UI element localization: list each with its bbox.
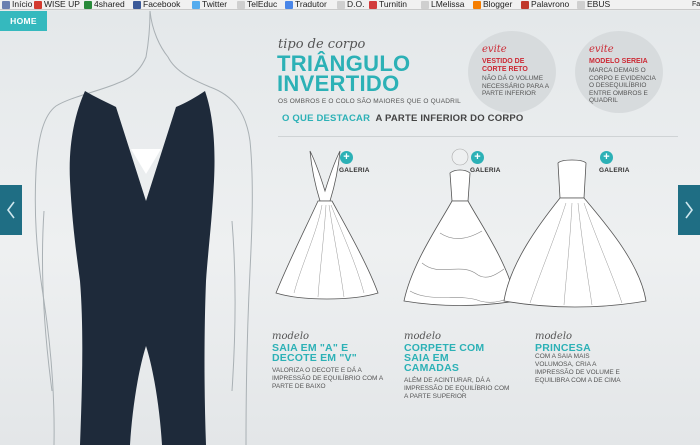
model-kicker-2: modelo: [404, 331, 442, 342]
bookmark-lmelissa[interactable]: LMelissa: [421, 0, 465, 9]
bookmark-twitter[interactable]: Twitter: [192, 0, 227, 9]
translate-icon: [285, 0, 293, 9]
chevron-right-icon: [685, 201, 693, 219]
bookmark-blogger[interactable]: Blogger: [473, 0, 512, 9]
avoid-bubble-mermaid: evite MODELO SEREIA MARCA DEMAIS O CORPO…: [575, 31, 663, 113]
body-figure-illustration: [34, 11, 253, 445]
chevron-left-icon: [7, 201, 15, 219]
bookmark-4shared[interactable]: 4shared: [84, 0, 125, 9]
page-title: TRIÂNGULO INVERTIDO: [277, 53, 477, 96]
home-tab[interactable]: HOME: [0, 11, 47, 31]
bookmark-do[interactable]: D.O.: [337, 0, 364, 9]
bodysuit-shape: [69, 91, 215, 445]
4shared-icon: [84, 0, 92, 9]
wiseup-icon: [34, 0, 42, 9]
highlight-label: O QUE DESTACAR: [282, 113, 371, 124]
twitter-icon: [192, 0, 200, 9]
page-title-line2: INVERTIDO: [277, 71, 400, 96]
bookmark-tradutor[interactable]: Tradutor: [285, 0, 327, 9]
avoid-title: MODELO SEREIA: [589, 58, 648, 65]
avoid-text: NÃO DÁ O VOLUME NECESSÁRIO PARA A PARTE …: [482, 75, 549, 97]
page-icon: [237, 0, 245, 9]
avoid-title: VESTIDO DE CORTE RETO: [482, 58, 528, 73]
next-arrow-button[interactable]: [678, 185, 700, 235]
dress-a-line-illustration: [275, 150, 379, 300]
highlight-value: A PARTE INFERIOR DO CORPO: [375, 113, 524, 124]
blogger-icon: [473, 0, 481, 9]
bookmark-ebus[interactable]: EBUS: [577, 0, 610, 9]
model-desc-2: ALÉM DE ACINTURAR, DÁ A IMPRESSÃO DE EQU…: [404, 377, 510, 400]
model-kicker-1: modelo: [272, 331, 310, 342]
start-icon: [2, 0, 10, 9]
highlight-row: O QUE DESTACAR A PARTE INFERIOR DO CORPO: [282, 113, 524, 124]
page-icon: [577, 0, 585, 9]
bookmark-facebook[interactable]: Facebook: [133, 0, 180, 9]
model-title-3: PRINCESA: [535, 342, 591, 354]
avoid-heading: evite: [482, 44, 507, 55]
model-kicker-3: modelo: [535, 331, 573, 342]
facebook-icon: [133, 0, 141, 9]
dress-princess-illustration: [503, 159, 647, 308]
bookmark-turnitin[interactable]: Turnitin: [369, 0, 407, 9]
model-desc-3: COM A SAIA MAIS VOLUMOSA, CRIA A IMPRESS…: [535, 353, 621, 384]
avoid-heading: evite: [589, 44, 614, 55]
model-title-1: SAIA EM "A" E DECOTE EM "V": [272, 342, 357, 364]
model-desc-1: VALORIZA O DECOTE E DÁ A IMPRESSÃO DE EQ…: [272, 367, 383, 390]
page-icon: [337, 0, 345, 9]
bookmark-inicio[interactable]: Início: [2, 0, 32, 9]
bookmark-wiseup[interactable]: WISE UP: [34, 0, 80, 9]
bookmark-palavrono[interactable]: Palavrono: [521, 0, 569, 9]
page-subtitle: OS OMBROS E O COLO SÃO MAIORES QUE O QUA…: [278, 98, 461, 105]
avoid-text: MARCA DEMAIS O CORPO E EVIDENCIA O DESEQ…: [589, 67, 656, 104]
bookmark-teleduc[interactable]: TelEduc: [237, 0, 277, 9]
page-icon: [421, 0, 429, 9]
avoid-bubble-straight: evite VESTIDO DE CORTE RETO NÃO DÁ O VOL…: [468, 31, 556, 113]
section-divider: [278, 136, 678, 137]
prev-arrow-button[interactable]: [0, 185, 22, 235]
model-title-2: CORPETE COM SAIA EM CAMADAS: [404, 342, 485, 374]
title-kicker: tipo de corpo: [278, 37, 366, 52]
bookmark-overflow[interactable]: Fav: [692, 0, 700, 9]
palavrono-icon: [521, 0, 529, 9]
turnitin-icon: [369, 0, 377, 9]
infographic-page: HOME tipo de corpo TRIÂNGULO INVERTIDO O…: [0, 11, 700, 445]
bookmarks-bar: Início WISE UP 4shared Facebook Twitter …: [0, 0, 700, 10]
